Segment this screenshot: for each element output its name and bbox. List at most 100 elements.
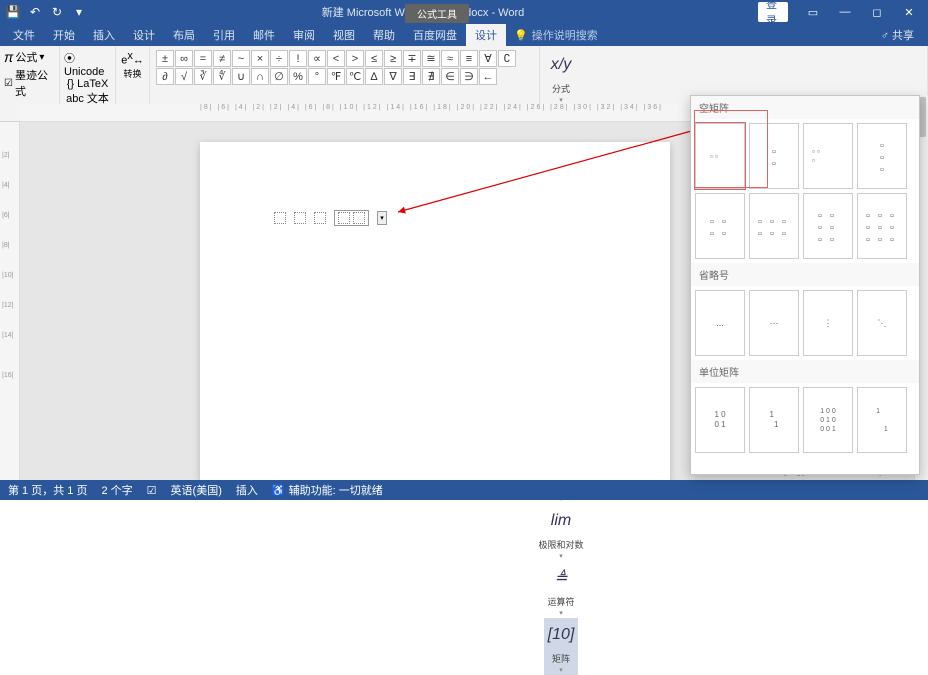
symbol-<[interactable]: < — [327, 50, 345, 67]
symbol-∃[interactable]: ∃ — [403, 68, 421, 85]
matrix-cell-1[interactable] — [274, 212, 286, 224]
matrix-cell-sel-1[interactable] — [338, 212, 350, 224]
symbol-√[interactable]: √ — [175, 68, 193, 85]
symbol-∆[interactable]: ∆ — [365, 68, 383, 85]
ink-equation-button[interactable]: 墨迹公式 — [15, 67, 55, 99]
structure-矩阵[interactable]: [10]矩阵▾ — [544, 618, 578, 675]
tab-insert[interactable]: 插入 — [84, 24, 124, 46]
symbol-∜[interactable]: ∜ — [213, 68, 231, 85]
tab-layout[interactable]: 布局 — [164, 24, 204, 46]
tab-equation-design[interactable]: 设计 — [466, 24, 506, 46]
symbol-∞[interactable]: ∞ — [175, 50, 193, 67]
structure-分式[interactable]: x/y分式▾ — [544, 48, 578, 105]
identity-3x3[interactable]: 1 0 00 1 00 0 1 — [803, 387, 853, 453]
equation-options-dropdown[interactable]: ▾ — [377, 211, 387, 225]
tell-me[interactable]: 💡操作说明搜索 — [506, 24, 606, 46]
convert-icon[interactable]: ex↔ — [121, 50, 144, 67]
symbol-°[interactable]: ° — [308, 68, 326, 85]
identity-2x2-sparse[interactable]: 1 1 — [749, 387, 799, 453]
identity-2x2[interactable]: 1 00 1 — [695, 387, 745, 453]
symbol-℉[interactable]: ℉ — [327, 68, 345, 85]
accessibility-status[interactable]: ♿ 辅助功能: 一切就绪 — [272, 482, 383, 498]
equation-placeholder[interactable]: ▾ — [274, 210, 387, 226]
tab-references[interactable]: 引用 — [204, 24, 244, 46]
structure-极限和对数[interactable]: lim极限和对数▾ — [544, 504, 578, 561]
qat-dropdown-icon[interactable]: ▾ — [70, 3, 88, 21]
symbol-℃[interactable]: ℃ — [346, 68, 364, 85]
matrix-cell-2[interactable] — [294, 212, 306, 224]
symbol-~[interactable]: ~ — [232, 50, 250, 67]
symbol-∀[interactable]: ∀ — [479, 50, 497, 67]
identity-3x3-sparse[interactable]: 1 1 — [857, 387, 907, 453]
matrix-2x1[interactable]: ▫▫ — [749, 123, 799, 189]
symbol-![interactable]: ! — [289, 50, 307, 67]
symbol-←[interactable]: ← — [479, 68, 497, 85]
tab-help[interactable]: 帮助 — [364, 24, 404, 46]
symbol-∓[interactable]: ∓ — [403, 50, 421, 67]
close-icon[interactable]: ✕ — [894, 2, 924, 22]
unicode-option[interactable]: ⦿ Unicode — [64, 53, 104, 78]
matrix-1x2[interactable]: ▫ ▫ — [695, 123, 745, 189]
symbol-≡[interactable]: ≡ — [460, 50, 478, 67]
tab-review[interactable]: 审阅 — [284, 24, 324, 46]
redo-icon[interactable]: ↻ — [48, 3, 66, 21]
word-count[interactable]: 2 个字 — [101, 482, 132, 498]
tab-design[interactable]: 设计 — [124, 24, 164, 46]
symbol-÷[interactable]: ÷ — [270, 50, 288, 67]
symbol-≥[interactable]: ≥ — [384, 50, 402, 67]
matrix-cell-sel-2[interactable] — [353, 212, 365, 224]
tab-home[interactable]: 开始 — [44, 24, 84, 46]
symbol-∪[interactable]: ∪ — [232, 68, 250, 85]
symbol-±[interactable]: ± — [156, 50, 174, 67]
symbol-∄[interactable]: ∄ — [422, 68, 440, 85]
matrix-2x2[interactable]: ▫▫▫▫ — [695, 193, 745, 259]
symbol-×[interactable]: × — [251, 50, 269, 67]
matrix-3x1[interactable]: ▫▫▫ — [857, 123, 907, 189]
symbol-=[interactable]: = — [194, 50, 212, 67]
ellipsis-diag[interactable]: ⋱ — [857, 290, 907, 356]
undo-icon[interactable]: ↶ — [26, 3, 44, 21]
symbol-∂[interactable]: ∂ — [156, 68, 174, 85]
symbol-≤[interactable]: ≤ — [365, 50, 383, 67]
share-button[interactable]: ♂ 共享 — [871, 24, 924, 46]
structure-运算符[interactable]: ≜运算符▾ — [544, 561, 578, 618]
tab-view[interactable]: 视图 — [324, 24, 364, 46]
language-indicator[interactable]: 英语(美国) — [171, 482, 222, 498]
tab-baidu[interactable]: 百度网盘 — [404, 24, 466, 46]
ribbon-options-icon[interactable]: ▭ — [798, 2, 828, 22]
tab-mailings[interactable]: 邮件 — [244, 24, 284, 46]
save-icon[interactable]: 💾 — [4, 3, 22, 21]
symbol-∋[interactable]: ∋ — [460, 68, 478, 85]
symbol-∅[interactable]: ∅ — [270, 68, 288, 85]
login-button[interactable]: 登录 — [758, 2, 788, 22]
symbol-∇[interactable]: ∇ — [384, 68, 402, 85]
symbol-∈[interactable]: ∈ — [441, 68, 459, 85]
matrix-2x3[interactable]: ▫▫▫▫▫▫ — [749, 193, 799, 259]
maximize-icon[interactable]: ◻ — [862, 2, 892, 22]
spellcheck-icon[interactable]: ☑ — [147, 484, 157, 497]
matrix-3x2[interactable]: ▫▫▫▫▫▫ — [803, 193, 853, 259]
matrix-1x3[interactable]: ▫ ▫ ▫ — [803, 123, 853, 189]
document-page[interactable]: ▾ — [200, 142, 670, 482]
minimize-icon[interactable]: — — [830, 2, 860, 22]
ellipsis-low[interactable]: ... — [695, 290, 745, 356]
symbol-∝[interactable]: ∝ — [308, 50, 326, 67]
ellipsis-mid[interactable]: ⋯ — [749, 290, 799, 356]
matrix-3x3[interactable]: ▫▫▫▫▫▫▫▫▫ — [857, 193, 907, 259]
latex-option[interactable]: {} LaTeX — [67, 78, 109, 90]
symbol-∩[interactable]: ∩ — [251, 68, 269, 85]
symbol-∁[interactable]: ∁ — [498, 50, 516, 67]
symbol-%[interactable]: % — [289, 68, 307, 85]
ellipsis-vert[interactable]: ⋮ — [803, 290, 853, 356]
symbol-∛[interactable]: ∛ — [194, 68, 212, 85]
insert-mode[interactable]: 插入 — [236, 482, 258, 498]
matrix-cell-3[interactable] — [314, 212, 326, 224]
symbol-≅[interactable]: ≅ — [422, 50, 440, 67]
tab-file[interactable]: 文件 — [4, 24, 44, 46]
equation-button[interactable]: 公式 — [15, 49, 37, 65]
symbol->[interactable]: > — [346, 50, 364, 67]
symbol-≈[interactable]: ≈ — [441, 50, 459, 67]
equation-selection[interactable] — [334, 210, 369, 226]
vertical-ruler[interactable]: |2||4||6| |8||10||12| |14||16| — [0, 122, 20, 480]
symbol-≠[interactable]: ≠ — [213, 50, 231, 67]
